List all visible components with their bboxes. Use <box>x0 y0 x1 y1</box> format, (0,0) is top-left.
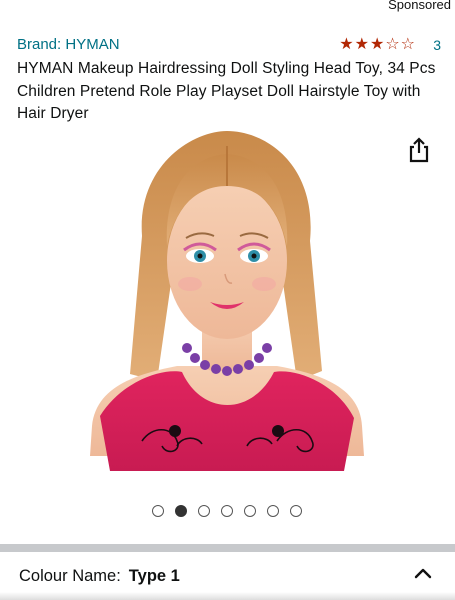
carousel-dot[interactable] <box>244 505 256 517</box>
carousel-dot-active[interactable] <box>175 505 187 517</box>
variation-label: Colour Name: Type 1 <box>19 567 180 586</box>
carousel-dot[interactable] <box>290 505 302 517</box>
sponsored-label[interactable]: Sponsored <box>388 0 451 12</box>
share-icon[interactable] <box>405 136 433 164</box>
product-image[interactable] <box>82 126 372 486</box>
brand-rating-row: Brand: HYMAN ★ ★ ★ ☆ ☆ 3 <box>17 34 441 56</box>
variation-name: Colour Name: <box>19 567 121 585</box>
carousel-dot[interactable] <box>198 505 210 517</box>
star-full-icon: ★ <box>354 34 369 53</box>
product-title: HYMAN Makeup Hairdressing Doll Styling H… <box>17 60 436 122</box>
bottom-edge <box>0 592 455 600</box>
star-rating[interactable]: ★ ★ ★ ☆ ☆ <box>339 35 415 53</box>
star-full-icon: ★ <box>339 34 354 53</box>
rating-count[interactable]: 3 <box>433 37 441 53</box>
variation-value: Type 1 <box>128 567 180 585</box>
chevron-up-icon[interactable] <box>413 564 433 584</box>
carousel-dot[interactable] <box>152 505 164 517</box>
section-divider <box>0 544 455 552</box>
carousel-dot[interactable] <box>267 505 279 517</box>
star-empty-icon: ☆ <box>385 34 400 53</box>
star-empty-icon: ☆ <box>400 34 415 53</box>
carousel-dot[interactable] <box>221 505 233 517</box>
image-carousel-dots <box>152 505 302 517</box>
brand-link[interactable]: Brand: HYMAN <box>17 36 120 53</box>
star-full-icon: ★ <box>369 34 385 53</box>
